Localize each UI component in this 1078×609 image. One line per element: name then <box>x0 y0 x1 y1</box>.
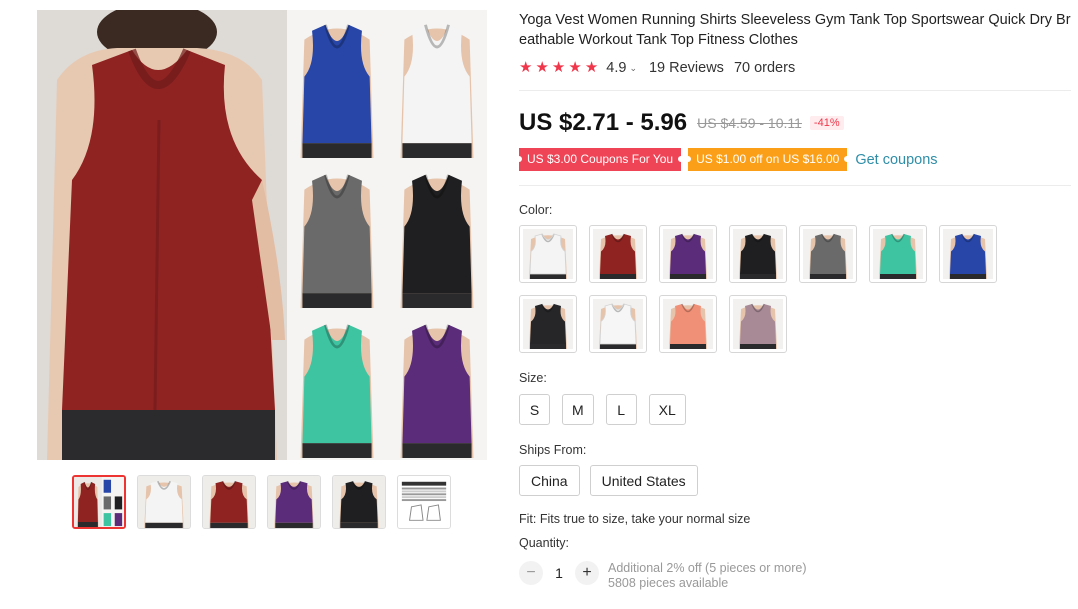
quantity-stepper: − 1 + Additional 2% off (5 pieces or mor… <box>519 561 1071 591</box>
color-swatch-royal-blue[interactable] <box>939 225 997 283</box>
grid-product-figure <box>400 24 474 158</box>
color-swatch-gray[interactable] <box>799 225 857 283</box>
color-swatch-thumbnail <box>809 233 847 279</box>
color-swatch-white-back[interactable] <box>589 295 647 353</box>
color-swatch-thumbnail <box>669 233 707 279</box>
thumbnail-6[interactable] <box>397 475 451 529</box>
original-price: US $4.59 - 10.11 <box>697 115 802 131</box>
color-swatch-image <box>593 229 643 279</box>
rating-row: ★ ★ ★ ★ ★ 4.9 ⌄ 19 Reviews 70 orders <box>519 60 1071 77</box>
color-label: Color: <box>519 203 553 217</box>
divider <box>519 90 1071 91</box>
grid-product-figure <box>400 174 474 308</box>
ships-from-label: Ships From: <box>519 443 587 457</box>
color-swatch-thumbnail <box>949 233 987 279</box>
ships-from-china[interactable]: China <box>519 465 580 496</box>
color-swatch-wine-red[interactable] <box>589 225 647 283</box>
color-swatch-image <box>523 299 573 349</box>
size-option-m[interactable]: M <box>562 394 594 425</box>
rating-value[interactable]: 4.9 <box>606 60 626 76</box>
color-swatch-mauve[interactable] <box>729 295 787 353</box>
grid-product-figure <box>300 24 374 158</box>
thumbnail-3-image <box>203 476 255 528</box>
size-label: Size: <box>519 371 547 385</box>
price-row: US $2.71 - 5.96 US $4.59 - 10.11 -41% <box>519 109 1071 137</box>
discount-coupon-badge[interactable]: US $1.00 off on US $16.00 <box>685 148 851 171</box>
ships-from-options: China United States <box>519 465 1071 496</box>
color-swatches <box>519 225 1071 353</box>
quantity-increase-button[interactable]: + <box>575 561 599 585</box>
color-swatch-thumbnail <box>599 233 637 279</box>
current-price: US $2.71 - 5.96 <box>519 109 688 136</box>
thumbnail-2-image <box>138 476 190 528</box>
star-icon: ★ <box>584 59 599 76</box>
product-title: Yoga Vest Women Running Shirts Sleeveles… <box>519 12 1071 48</box>
color-swatch-image <box>733 229 783 279</box>
store-coupon-badge[interactable]: US $3.00 Coupons For You <box>515 148 685 171</box>
grid-product-figure <box>300 324 374 458</box>
thumbnail-3[interactable] <box>202 475 256 529</box>
thumbnail-6-size-chart <box>398 476 450 528</box>
chevron-down-icon[interactable]: ⌄ <box>629 63 637 74</box>
size-options: S M L XL <box>519 394 1071 425</box>
main-product-image[interactable] <box>37 10 487 460</box>
thumbnail-1-image <box>74 477 124 527</box>
thumbnail-1[interactable] <box>72 475 126 529</box>
thumbnail-5-image <box>333 476 385 528</box>
star-rating: ★ ★ ★ ★ ★ <box>519 60 598 76</box>
ships-from-united-states[interactable]: United States <box>589 465 698 496</box>
reviews-link[interactable]: 19 Reviews <box>649 60 724 76</box>
fit-note: Fit: Fits true to size, take your normal… <box>519 512 751 526</box>
quantity-info: Additional 2% off (5 pieces or more) 580… <box>608 561 806 591</box>
color-swatch-thumbnail <box>879 233 917 279</box>
thumbnail-5[interactable] <box>332 475 386 529</box>
color-swatch-thumbnail <box>529 303 567 349</box>
thumbnail-4[interactable] <box>267 475 321 529</box>
color-swatch-thumbnail <box>669 303 707 349</box>
color-swatch-image <box>663 299 713 349</box>
orders-count: 70 orders <box>733 60 796 76</box>
color-swatch-coral[interactable] <box>659 295 717 353</box>
size-option-l[interactable]: L <box>605 394 637 425</box>
color-swatch-white[interactable] <box>519 225 577 283</box>
thumbnail-strip <box>72 475 451 529</box>
size-option-s[interactable]: S <box>519 394 550 425</box>
size-option-xl[interactable]: XL <box>648 394 686 425</box>
color-swatch-thumbnail <box>739 303 777 349</box>
discount-badge: -41% <box>809 116 844 130</box>
quantity-decrease-button[interactable]: − <box>519 561 543 585</box>
grid-product-figure <box>400 324 474 458</box>
star-icon: ★ <box>519 59 533 76</box>
star-icon: ★ <box>535 59 549 76</box>
grid-product-figure <box>300 174 374 308</box>
thumbnail-4-image <box>268 476 320 528</box>
quantity-value[interactable]: 1 <box>543 561 575 585</box>
color-swatch-image <box>943 229 993 279</box>
product-info: Yoga Vest Women Running Shirts Sleeveles… <box>515 10 1071 591</box>
color-swatch-image <box>523 229 573 279</box>
coupon-row: US $3.00 Coupons For You US $1.00 off on… <box>515 148 1071 171</box>
color-swatch-black-back[interactable] <box>519 295 577 353</box>
color-swatch-purple[interactable] <box>659 225 717 283</box>
stock-available: 5808 pieces available <box>608 576 729 590</box>
color-swatch-image <box>593 299 643 349</box>
color-swatch-image <box>803 229 853 279</box>
color-swatch-image <box>733 299 783 349</box>
color-swatch-black[interactable] <box>729 225 787 283</box>
color-swatch-image <box>873 229 923 279</box>
color-swatch-thumbnail <box>599 303 637 349</box>
star-icon: ★ <box>568 59 582 76</box>
divider <box>519 185 1071 186</box>
color-swatch-thumbnail <box>739 233 777 279</box>
get-coupons-link[interactable]: Get coupons <box>855 152 937 168</box>
star-icon: ★ <box>551 59 566 76</box>
main-image-illustration <box>37 10 487 460</box>
color-swatch-image <box>663 229 713 279</box>
thumbnail-2[interactable] <box>137 475 191 529</box>
color-swatch-thumbnail <box>529 233 567 279</box>
quantity-label: Quantity: <box>519 536 570 550</box>
bulk-discount-note: Additional 2% off (5 pieces or more) <box>608 561 807 575</box>
color-swatch-mint-green[interactable] <box>869 225 927 283</box>
